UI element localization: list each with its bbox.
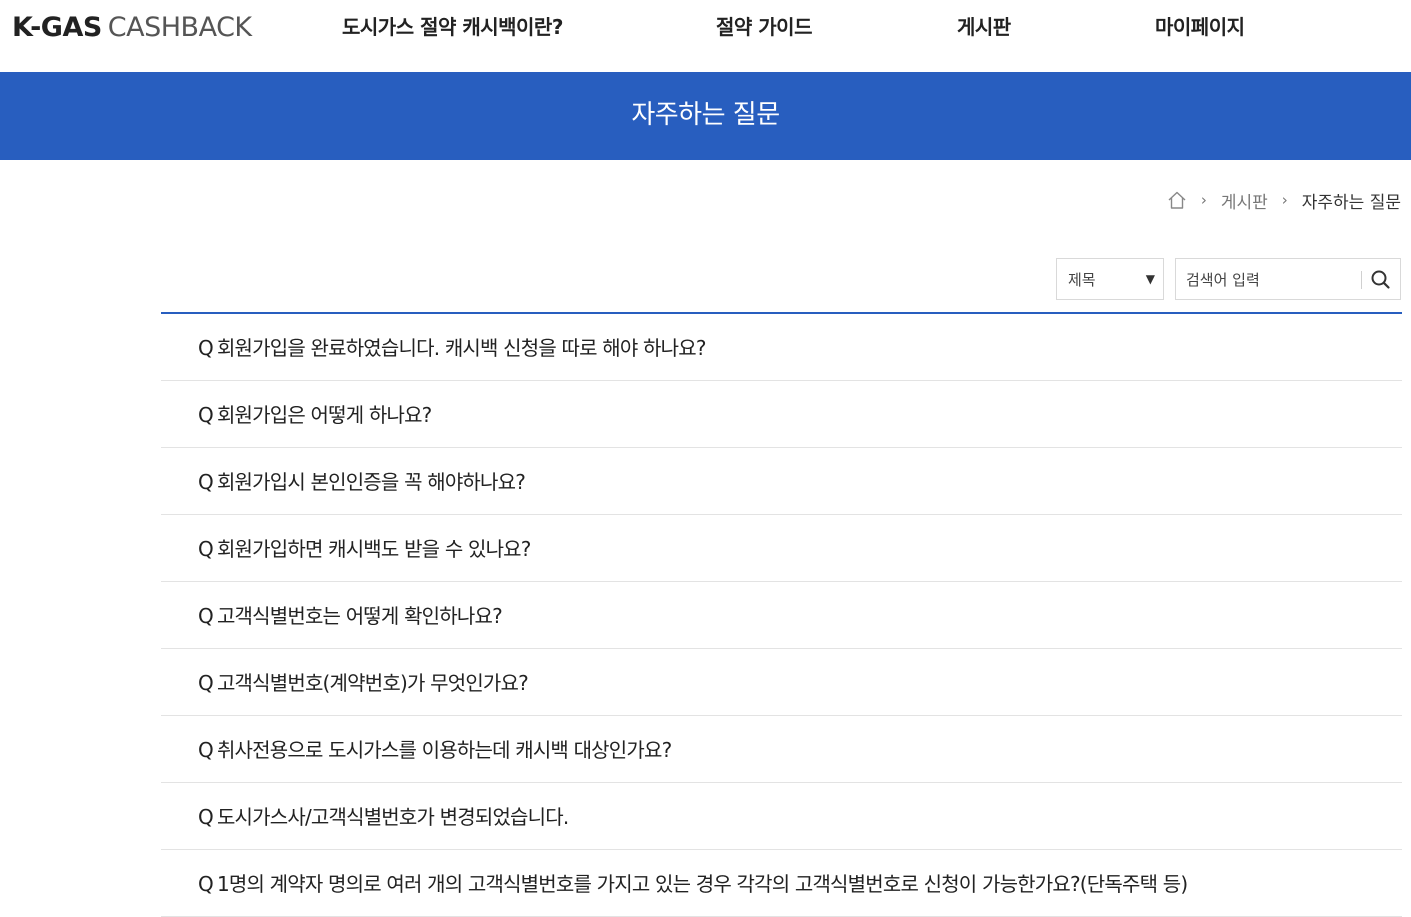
faq-question-text: 1명의 계약자 명의로 여러 개의 고객식별번호를 가지고 있는 경우 각각의 … [216,872,1188,896]
dropdown-arrow-icon: ▼ [1145,272,1155,286]
nav-item-board[interactable]: 게시판 [957,14,1011,40]
faq-item[interactable]: Q 고객식별번호(계약번호)가 무엇인가요? [161,649,1402,716]
faq-q-prefix: Q [198,470,214,494]
faq-question: Q 회원가입을 완료하였습니다. 캐시백 신청을 따로 해야 하나요? [198,334,706,362]
breadcrumb-board[interactable]: 게시판 [1221,188,1268,213]
search-icon[interactable] [1368,267,1394,293]
breadcrumb-separator: › [1200,191,1207,209]
faq-q-prefix: Q [198,738,214,762]
faq-question-text: 고객식별번호(계약번호)가 무엇인가요? [216,671,529,695]
home-icon[interactable] [1167,190,1187,210]
faq-question-text: 회원가입을 완료하였습니다. 캐시백 신청을 따로 해야 하나요? [216,336,707,360]
search-field-select-value: 제목 [1068,271,1096,289]
faq-question: Q 1명의 계약자 명의로 여러 개의 고객식별번호를 가지고 있는 경우 각각의… [198,870,1188,898]
faq-question-text: 회원가입시 본인인증을 꼭 해야하나요? [216,470,526,494]
search-field-select[interactable]: 제목 ▼ [1056,258,1164,300]
faq-q-prefix: Q [198,872,214,896]
faq-question: Q 회원가입은 어떻게 하나요? [198,401,432,429]
logo-bold-text: K-GAS [12,12,102,43]
faq-item[interactable]: Q 회원가입하면 캐시백도 받을 수 있나요? [161,515,1402,582]
faq-item[interactable]: Q 회원가입시 본인인증을 꼭 해야하나요? [161,448,1402,515]
faq-question: Q 취사전용으로 도시가스를 이용하는데 캐시백 대상인가요? [198,736,672,764]
faq-q-prefix: Q [198,671,214,695]
faq-question: Q 회원가입하면 캐시백도 받을 수 있나요? [198,535,531,563]
search-box [1175,258,1401,300]
faq-question-text: 회원가입하면 캐시백도 받을 수 있나요? [216,537,531,561]
faq-list: Q 회원가입을 완료하였습니다. 캐시백 신청을 따로 해야 하나요? Q 회원가입… [161,312,1402,917]
faq-item[interactable]: Q 회원가입을 완료하였습니다. 캐시백 신청을 따로 해야 하나요? [161,314,1402,381]
breadcrumb-separator: › [1281,191,1288,209]
faq-q-prefix: Q [198,805,214,829]
faq-item[interactable]: Q 도시가스사/고객식별번호가 변경되었습니다. [161,783,1402,850]
search-divider [1361,271,1362,289]
faq-question-text: 회원가입은 어떻게 하나요? [216,403,432,427]
faq-item[interactable]: Q 고객식별번호는 어떻게 확인하나요? [161,582,1402,649]
breadcrumb: › 게시판 › 자주하는 질문 [1167,187,1401,213]
logo-light-text: CASHBACK [107,12,252,43]
faq-question: Q 도시가스사/고객식별번호가 변경되었습니다. [198,803,569,831]
faq-question-text: 고객식별번호는 어떻게 확인하나요? [216,604,503,628]
page-banner: 자주하는 질문 [0,72,1411,160]
breadcrumb-current: 자주하는 질문 [1301,192,1401,213]
faq-q-prefix: Q [198,537,214,561]
faq-question: Q 회원가입시 본인인증을 꼭 해야하나요? [198,468,526,496]
faq-q-prefix: Q [198,336,214,360]
faq-q-prefix: Q [198,403,214,427]
nav-item-mypage[interactable]: 마이페이지 [1155,14,1245,40]
faq-question: Q 고객식별번호는 어떻게 확인하나요? [198,602,503,630]
faq-question: Q 고객식별번호(계약번호)가 무엇인가요? [198,669,529,697]
nav-item-about[interactable]: 도시가스 절약 캐시백이란? [342,14,563,40]
site-logo[interactable]: K-GAS CASHBACK [12,12,252,44]
site-header: K-GAS CASHBACK 도시가스 절약 캐시백이란? 절약 가이드 게시판 … [0,0,1411,72]
faq-question-text: 취사전용으로 도시가스를 이용하는데 캐시백 대상인가요? [216,738,672,762]
nav-item-saving-guide[interactable]: 절약 가이드 [716,14,812,40]
faq-item[interactable]: Q 취사전용으로 도시가스를 이용하는데 캐시백 대상인가요? [161,716,1402,783]
page-title: 자주하는 질문 [631,100,780,130]
faq-question-text: 도시가스사/고객식별번호가 변경되었습니다. [216,805,569,829]
search-input[interactable] [1184,265,1358,295]
faq-item[interactable]: Q 1명의 계약자 명의로 여러 개의 고객식별번호를 가지고 있는 경우 각각의… [161,850,1402,917]
faq-q-prefix: Q [198,604,214,628]
faq-item[interactable]: Q 회원가입은 어떻게 하나요? [161,381,1402,448]
